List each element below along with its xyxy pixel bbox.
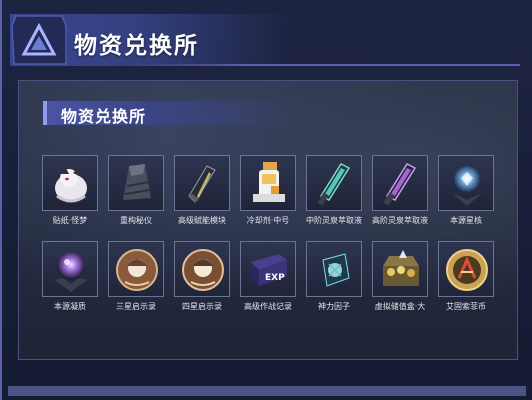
item-slot[interactable] bbox=[108, 241, 164, 297]
divine-factor-icon bbox=[322, 253, 350, 287]
item-sticker-strange-dream[interactable]: 贴纸·怪梦 bbox=[42, 155, 98, 226]
teal-vial-icon bbox=[317, 163, 351, 206]
dark-crystal-module-icon bbox=[188, 165, 216, 203]
item-slot[interactable] bbox=[438, 241, 494, 297]
item-origin-essence[interactable]: 本源凝质 bbox=[42, 241, 98, 312]
four-star-record-icon bbox=[182, 249, 224, 291]
item-slot[interactable] bbox=[438, 155, 494, 211]
purple-vial-icon bbox=[383, 163, 417, 206]
item-slot[interactable] bbox=[372, 241, 428, 297]
item-divine-factor[interactable]: 神力因子 bbox=[306, 241, 362, 312]
item-slot[interactable] bbox=[42, 155, 98, 211]
item-label: 本源星核 bbox=[450, 216, 482, 225]
item-slot[interactable]: EXP bbox=[240, 241, 296, 297]
treasure-box-icon bbox=[383, 250, 419, 286]
coolant-bottle-icon bbox=[253, 162, 285, 202]
item-high-spring-extract[interactable]: 高阶灵泉萃取液 bbox=[372, 155, 428, 226]
sticker-girl-icon bbox=[55, 166, 87, 203]
item-slot[interactable] bbox=[174, 241, 230, 297]
exchange-window: 物资兑换所 物资兑换所 贴纸·怪梦 重构秘仪 高级赋能模块 冷却剂·中号 中阶灵… bbox=[0, 0, 532, 400]
item-reconstruct-ritual[interactable]: 重构秘仪 bbox=[108, 155, 164, 226]
page-title: 物资兑换所 bbox=[74, 33, 199, 59]
panel-title: 物资兑换所 bbox=[61, 107, 147, 126]
item-slot[interactable] bbox=[108, 155, 164, 211]
item-virtual-storage-box-large[interactable]: 虚拟储值盒·大 bbox=[372, 241, 428, 312]
star-core-orb-icon bbox=[453, 166, 481, 206]
three-star-record-icon bbox=[116, 249, 158, 291]
item-slot[interactable] bbox=[240, 155, 296, 211]
svg-text:EXP: EXP bbox=[265, 273, 285, 283]
item-advanced-empower-module[interactable]: 高级赋能模块 bbox=[174, 155, 230, 226]
gold-coin-icon bbox=[446, 249, 488, 291]
item-slot[interactable] bbox=[306, 241, 362, 297]
panel-title-bar: 物资兑换所 bbox=[43, 101, 293, 126]
exp-record-icon: EXP bbox=[251, 254, 287, 286]
item-slot[interactable] bbox=[42, 241, 98, 297]
item-slot[interactable] bbox=[306, 155, 362, 211]
exchange-panel: 物资兑换所 贴纸·怪梦 重构秘仪 高级赋能模块 冷却剂·中号 中阶灵泉萃取液 高… bbox=[18, 80, 518, 360]
item-aigusofi-coin[interactable]: 艾固索菲币 bbox=[438, 241, 494, 312]
item-origin-star-core[interactable]: 本源星核 bbox=[438, 155, 494, 226]
item-slot[interactable] bbox=[174, 155, 230, 211]
item-three-star-revelation[interactable]: 三星启示录 bbox=[108, 241, 164, 312]
essence-orb-icon bbox=[55, 252, 87, 292]
item-coolant-medium[interactable]: 冷却剂·中号 bbox=[240, 155, 296, 226]
item-four-star-revelation[interactable]: 四星启示录 bbox=[174, 241, 230, 312]
triangle-emblem-icon bbox=[10, 12, 68, 68]
item-advanced-combat-record[interactable]: EXP 高级作战记录 bbox=[240, 241, 296, 312]
folded-cloth-icon bbox=[123, 164, 151, 200]
item-label: 艾固索菲币 bbox=[446, 302, 486, 311]
item-mid-spring-extract[interactable]: 中阶灵泉萃取液 bbox=[306, 155, 362, 226]
item-slot[interactable] bbox=[372, 155, 428, 211]
header-divider bbox=[130, 64, 520, 66]
